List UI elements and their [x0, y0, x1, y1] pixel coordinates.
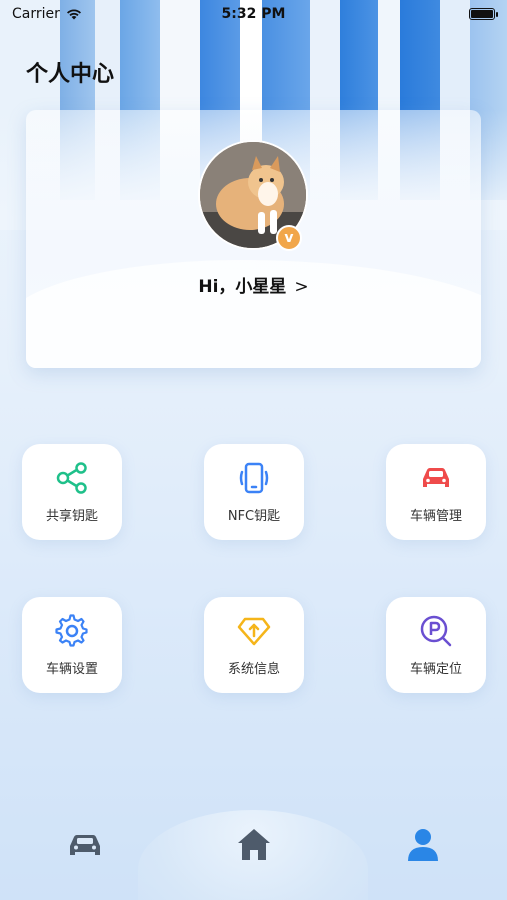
car-icon	[423, 467, 449, 487]
tab-profile[interactable]	[403, 825, 443, 865]
verified-badge-icon: v	[276, 225, 302, 251]
share-icon	[56, 461, 87, 494]
tile-label: 车辆设置	[45, 661, 98, 677]
tile-vehicle-settings[interactable]: 车辆设置	[22, 597, 122, 693]
status-time: 5:32 PM	[221, 6, 286, 22]
profile-tab-icon	[408, 829, 438, 861]
bottom-tab-bar	[0, 800, 507, 900]
tile-system-info[interactable]: 系统信息	[204, 597, 304, 693]
tile-label: 系统信息	[227, 661, 280, 677]
gear-icon	[55, 613, 88, 647]
status-bar: Carrier 5:32 PM	[0, 0, 507, 28]
parking-locate-icon	[420, 615, 452, 646]
tab-home[interactable]	[234, 825, 274, 865]
chevron-right-icon: >	[294, 277, 309, 297]
user-greeting[interactable]: Hi，小星星 >	[26, 272, 481, 297]
tile-nfc-key[interactable]: NFC钥匙	[204, 444, 304, 540]
phone-nfc-icon	[239, 462, 269, 493]
page-title: 个人中心	[26, 62, 115, 87]
battery-icon	[469, 8, 498, 20]
tile-label: 车辆定位	[409, 661, 462, 677]
profile-card[interactable]: v Hi，小星星 >	[26, 110, 481, 368]
car-tab-icon	[70, 835, 100, 855]
home-tab-icon	[238, 829, 270, 860]
tab-vehicle[interactable]	[65, 825, 105, 865]
tile-label: 共享钥匙	[45, 508, 98, 524]
tile-label: NFC钥匙	[227, 508, 281, 524]
tile-label: 车辆管理	[409, 508, 462, 524]
greeting-text: Hi，小星星	[198, 277, 287, 297]
diamond-arrow-icon	[237, 617, 271, 645]
tile-vehicle-location[interactable]: 车辆定位	[386, 597, 486, 693]
tile-share-key[interactable]: 共享钥匙	[22, 444, 122, 540]
tile-vehicle-management[interactable]: 车辆管理	[386, 444, 486, 540]
